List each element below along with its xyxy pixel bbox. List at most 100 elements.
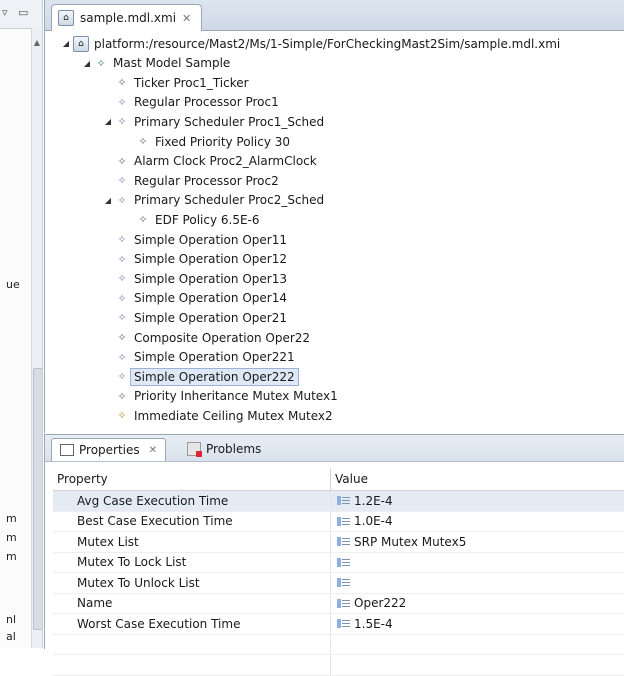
- tree-node[interactable]: ✧ Ticker Proc1_Ticker: [101, 73, 249, 92]
- header-property[interactable]: Property: [53, 468, 331, 490]
- tree-node-label: Fixed Priority Policy 30: [155, 134, 291, 149]
- model-element-icon: ✧: [117, 233, 127, 246]
- model-element-icon: ✧: [117, 291, 127, 305]
- property-value: 1.2E-4: [354, 493, 393, 508]
- model-element-icon: ✧: [117, 154, 127, 168]
- properties-view: Properties ✕ Problems Property Value Avg…: [44, 434, 624, 676]
- model-tree[interactable]: ◢ ⌂ platform:/resource/Mast2/Ms/1-Simple/F…: [45, 34, 624, 433]
- property-row[interactable]: Mutex To Unlock List: [53, 573, 624, 594]
- property-row[interactable]: Avg Case Execution Time 1.2E-4: [53, 491, 624, 512]
- outline-scrollbar[interactable]: ▲: [31, 28, 42, 648]
- tree-node[interactable]: ✧ Immediate Ceiling Mutex Mutex2: [101, 406, 333, 425]
- close-icon[interactable]: ✕: [149, 445, 157, 456]
- editor-tab[interactable]: ⌂ sample.mdl.xmi ✕: [51, 4, 203, 31]
- value-icon: [337, 557, 350, 567]
- expanded-arrow-icon[interactable]: ◢: [101, 196, 115, 205]
- tree-node[interactable]: ✧ Regular Processor Proc1: [101, 93, 279, 112]
- empty-row: [53, 655, 624, 676]
- tree-node[interactable]: ✧ Alarm Clock Proc2_AlarmClock: [101, 152, 317, 171]
- model-editor: ⌂ sample.mdl.xmi ✕ ◢ ⌂ platform:/resource/…: [44, 0, 624, 433]
- tree-node[interactable]: ✧ EDF Policy 6.5E-6: [122, 210, 259, 229]
- tree-node[interactable]: ✧ Simple Operation Oper13: [101, 269, 287, 288]
- tree-node-label: Mast Model Sample: [113, 56, 231, 71]
- property-value-cell[interactable]: SRP Mutex Mutex5: [331, 535, 466, 549]
- property-value: Oper222: [354, 596, 407, 611]
- outline-panel: ▿ ▭ ue m m m nl al ▲: [0, 0, 43, 648]
- tree-node[interactable]: ✧ Simple Operation Oper12: [101, 250, 287, 269]
- property-row[interactable]: Mutex To Lock List: [53, 552, 624, 573]
- property-row[interactable]: Mutex List SRP Mutex Mutex5: [53, 532, 624, 553]
- tree-node-label: Alarm Clock Proc2_AlarmClock: [134, 154, 317, 169]
- tree-node[interactable]: ✧ Simple Operation Oper221: [101, 348, 295, 367]
- tree-node-label: Regular Processor Proc2: [134, 173, 279, 188]
- properties-icon: [60, 444, 74, 456]
- outline-text-fragment: m: [6, 531, 17, 544]
- outline-text-fragment: m: [6, 512, 17, 525]
- xmi-file-icon: ⌂: [58, 10, 74, 26]
- tree-node[interactable]: ✧ Priority Inheritance Mutex Mutex1: [101, 387, 337, 406]
- tree-node-label: Regular Processor Proc1: [134, 95, 279, 110]
- tree-node[interactable]: ◢ ✧ Mast Model Sample: [80, 54, 230, 73]
- property-value-cell[interactable]: 1.2E-4: [331, 494, 393, 508]
- value-icon: [337, 598, 350, 608]
- property-value-cell[interactable]: 1.0E-4: [331, 514, 393, 528]
- value-icon: [337, 537, 350, 547]
- tree-node[interactable]: ✧ Fixed Priority Policy 30: [122, 132, 290, 151]
- tree-node-label: Primary Scheduler Proc1_Sched: [134, 114, 325, 129]
- property-name: Worst Case Execution Time: [53, 614, 331, 634]
- view-menu-icon[interactable]: ▿: [2, 6, 8, 19]
- minimize-icon[interactable]: ▭: [18, 6, 28, 19]
- model-element-icon: ✧: [117, 389, 127, 403]
- property-row[interactable]: Name Oper222: [53, 593, 624, 614]
- tree-node-label: Immediate Ceiling Mutex Mutex2: [134, 408, 333, 423]
- scrollbar-thumb[interactable]: [33, 368, 42, 630]
- header-value[interactable]: Value: [331, 468, 372, 490]
- tree-node[interactable]: ✧ Simple Operation Oper11: [101, 230, 287, 249]
- expanded-arrow-icon[interactable]: ◢: [101, 117, 115, 126]
- property-row[interactable]: Worst Case Execution Time 1.5E-4: [53, 614, 624, 635]
- tree-node-label: Primary Scheduler Proc2_Sched: [134, 193, 325, 208]
- tab-properties-label: Properties: [79, 443, 140, 457]
- property-value-cell[interactable]: [331, 578, 354, 588]
- expanded-arrow-icon[interactable]: ◢: [80, 59, 94, 68]
- model-element-icon: ✧: [117, 95, 127, 109]
- problems-icon: [187, 442, 202, 457]
- close-icon[interactable]: ✕: [182, 12, 191, 25]
- model-element-icon: ✧: [117, 350, 127, 364]
- editor-tabbar: ⌂ sample.mdl.xmi ✕: [45, 0, 624, 31]
- model-element-icon: ✧: [117, 193, 127, 207]
- property-value: SRP Mutex Mutex5: [354, 534, 467, 549]
- model-element-icon: ✧: [138, 213, 148, 227]
- tree-node-label: Ticker Proc1_Ticker: [134, 75, 249, 90]
- value-icon: [337, 578, 350, 588]
- property-value-cell[interactable]: 1.5E-4: [331, 617, 393, 631]
- scroll-up-icon[interactable]: ▲: [32, 38, 42, 47]
- model-element-icon: ✧: [117, 311, 127, 325]
- tab-problems[interactable]: Problems: [179, 438, 269, 460]
- empty-cell: [53, 634, 331, 654]
- properties-tabbar: Properties ✕ Problems: [45, 435, 624, 462]
- property-value-cell[interactable]: [331, 557, 354, 567]
- tree-node[interactable]: ◢ ⌂ platform:/resource/Mast2/Ms/1-Simple/F…: [59, 34, 560, 53]
- tree-node[interactable]: ✧ Composite Operation Oper22: [101, 328, 310, 347]
- property-name: Best Case Execution Time: [53, 511, 331, 531]
- model-element-icon: ✧: [117, 370, 127, 384]
- property-name: Mutex List: [53, 532, 331, 552]
- tree-node[interactable]: ◢ ✧ Primary Scheduler Proc2_Sched: [101, 191, 324, 210]
- tab-properties[interactable]: Properties ✕: [51, 438, 167, 461]
- tree-node[interactable]: ✧ Simple Operation Oper222: [101, 367, 299, 386]
- tree-node-label: Simple Operation Oper221: [134, 350, 295, 365]
- tree-node[interactable]: ✧ Simple Operation Oper21: [101, 308, 287, 327]
- editor-tab-label: sample.mdl.xmi: [80, 11, 177, 25]
- tree-node-label: Simple Operation Oper222: [130, 367, 299, 386]
- property-value-cell[interactable]: Oper222: [331, 596, 406, 610]
- tree-node[interactable]: ◢ ✧ Primary Scheduler Proc1_Sched: [101, 112, 324, 131]
- value-icon: [337, 516, 350, 526]
- tree-node[interactable]: ✧ Simple Operation Oper14: [101, 289, 287, 308]
- tree-node[interactable]: ✧ Regular Processor Proc2: [101, 171, 279, 190]
- value-icon: [337, 496, 350, 506]
- property-row[interactable]: Best Case Execution Time 1.0E-4: [53, 511, 624, 532]
- tree-node-label: Composite Operation Oper22: [134, 330, 311, 345]
- empty-cell: [53, 655, 331, 675]
- expanded-arrow-icon[interactable]: ◢: [59, 39, 73, 48]
